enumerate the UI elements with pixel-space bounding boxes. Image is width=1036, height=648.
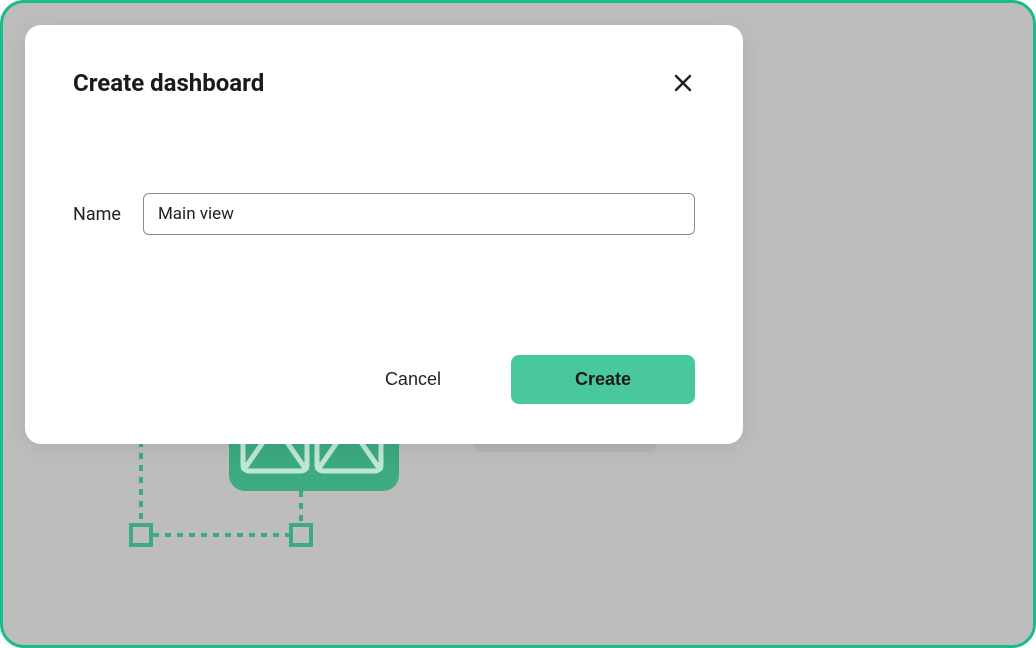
create-button[interactable]: Create [511, 355, 695, 404]
modal-title: Create dashboard [73, 69, 264, 97]
create-dashboard-modal: Create dashboard Name Cancel Create [25, 25, 743, 444]
cancel-button[interactable]: Cancel [375, 357, 451, 402]
close-icon[interactable] [671, 71, 695, 95]
name-label: Name [73, 204, 121, 225]
app-frame: e workbook s to it, and build a rich rep… [0, 0, 1036, 648]
name-input[interactable] [143, 193, 695, 235]
